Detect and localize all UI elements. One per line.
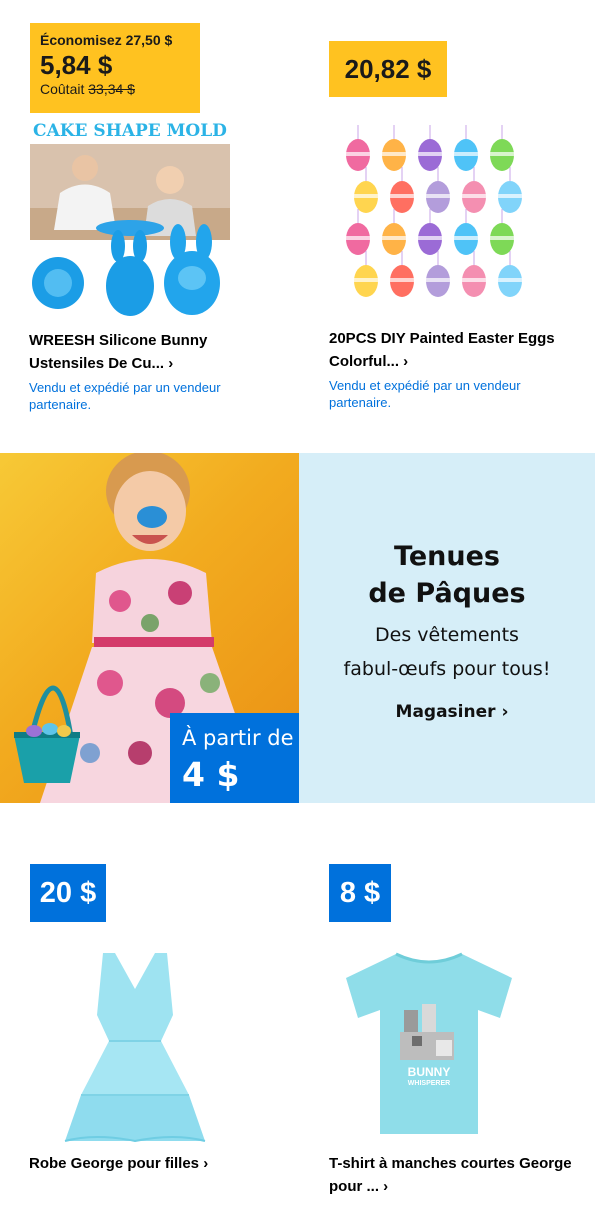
badge-label: À partir de [182,726,294,750]
product-image-dress[interactable] [55,945,215,1145]
chevron-right-icon: › [168,355,174,372]
chevron-right-icon: › [203,1155,209,1172]
was-price: 33,34 $ [88,81,135,97]
product-image-easter-eggs[interactable] [338,125,528,315]
price-tag: Économisez 27,50 $ 5,84 $ Coûtait 33,34 … [30,23,200,113]
product-title-link[interactable]: Robe George pour filles › [29,1152,289,1175]
product-card-bunny-mold[interactable]: Économisez 27,50 $ 5,84 $ Coûtait 33,34 … [0,0,297,430]
chevron-right-icon: › [403,353,409,370]
tshirt-illustration [346,952,512,1134]
product-card-easter-eggs[interactable]: 20,82 $ 20PCS DIY Painted Easter Eggs Co… [298,0,595,430]
was-price-line: Coûtait 33,34 $ [40,81,135,97]
product-title-link[interactable]: WREESH Silicone Bunny Ustensiles De Cu..… [29,329,279,375]
dress-illustration [64,953,206,1143]
easter-outfits-banner[interactable]: À partir de 4 $ Tenues de Pâques Des vêt… [0,453,595,803]
current-price: 5,84 $ [40,50,113,80]
hero-image[interactable]: À partir de 4 $ [0,453,299,803]
price-tag: 20,82 $ [329,41,447,97]
hero-text-panel[interactable]: Tenues de Pâques Des vêtements fabul-œuf… [299,453,595,803]
product-card-dress[interactable]: 20 $ Robe George pour filles › [0,840,297,1220]
seller-info: Vendu et expédié par un vendeur partenai… [29,380,221,412]
product-image-bunny-mold[interactable]: CAKE SHAPE MOLD [30,118,230,320]
hero-subtitle: Des vêtements fabul-œufs pour tous! [343,624,551,680]
product-title-link[interactable]: T-shirt à manches courtes George pour ..… [329,1152,593,1198]
seller-info: Vendu et expédié par un vendeur partenai… [329,378,521,410]
shirt-print-text: BUNNY WHISPERER [407,1065,451,1088]
price-badge: À partir de 4 $ [170,713,299,803]
image-banner-text: CAKE SHAPE MOLD [30,118,230,144]
price-tag: 20 $ [30,864,106,922]
product-card-tshirt[interactable]: 8 $ BUNNY WHISPERER T-shirt à manches co… [298,840,595,1220]
chevron-right-icon: › [383,1178,389,1195]
price-tag: 8 $ [329,864,391,922]
hero-title: Tenues de Pâques [368,541,526,609]
savings-text: Économisez 27,50 $ [40,32,173,48]
chevron-right-icon: › [501,702,509,722]
bunny-mold-illustration [30,144,230,320]
product-image-tshirt[interactable]: BUNNY WHISPERER [336,948,522,1138]
badge-price: 4 $ [182,755,240,794]
shop-link[interactable]: Magasiner › [299,702,595,722]
easter-eggs-illustration [346,125,522,297]
product-title-link[interactable]: 20PCS DIY Painted Easter Eggs Colorful..… [329,327,589,373]
